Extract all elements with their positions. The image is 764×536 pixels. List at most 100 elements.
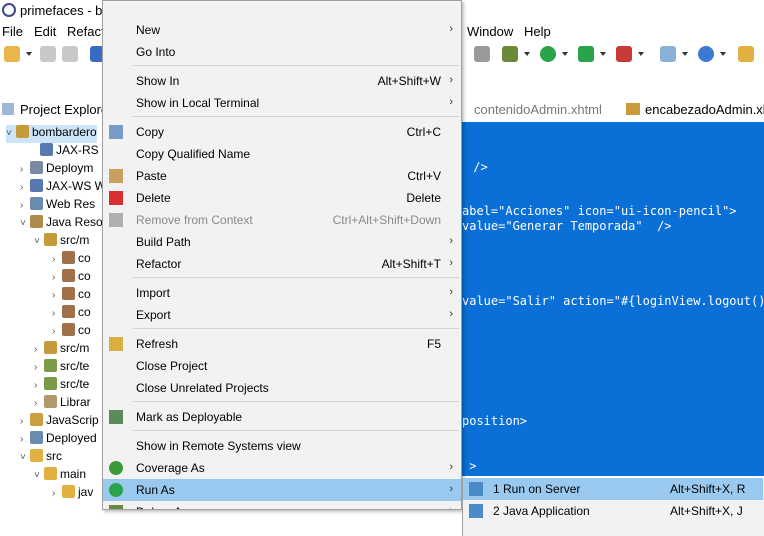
menu-item-import[interactable]: Import ›	[103, 282, 461, 304]
menu-separator	[133, 65, 459, 66]
expand-arrow-icon[interactable]: ›	[52, 290, 62, 301]
menu-window[interactable]: Window	[467, 24, 513, 39]
expand-arrow-icon[interactable]: ›	[20, 200, 30, 211]
expand-arrow-icon[interactable]: ›	[52, 272, 62, 283]
menu-refactor[interactable]: Refact	[67, 24, 105, 39]
tree-node[interactable]: › src/te	[34, 359, 89, 377]
expand-arrow-icon[interactable]: ›	[52, 308, 62, 319]
menu-item-close-unrelated-projects[interactable]: Close Unrelated Projects	[103, 377, 461, 399]
submenu-arrow-icon: ›	[449, 235, 453, 247]
tree-node[interactable]: JAX-RS W	[30, 143, 113, 161]
dropdown-arrow-icon[interactable]	[26, 52, 32, 56]
menu-item-copy-qualified-name[interactable]: Copy Qualified Name	[103, 143, 461, 165]
dropdown-arrow-icon[interactable]	[638, 52, 644, 56]
submenu-item-1-run-on-server[interactable]: 1 Run on Server Alt+Shift+X, R	[463, 478, 763, 500]
tree-node-label: src/m	[60, 341, 90, 355]
tree-node[interactable]: › Deployed	[20, 431, 97, 449]
expand-arrow-icon[interactable]: ›	[34, 398, 44, 409]
tree-node[interactable]: ˅ src	[20, 449, 62, 467]
debug-icon[interactable]	[502, 46, 518, 62]
menu-item-refactor[interactable]: Refactor Alt+Shift+T ›	[103, 253, 461, 275]
submenu-item-shortcut: Alt+Shift+X, R	[670, 482, 746, 496]
menu-item-delete[interactable]: Delete Delete	[103, 187, 461, 209]
expand-arrow-icon[interactable]: ˅	[34, 236, 44, 247]
dropdown-arrow-icon[interactable]	[524, 52, 530, 56]
save-icon[interactable]	[40, 46, 56, 62]
menu-item-show-in-local-terminal[interactable]: Show in Local Terminal ›	[103, 92, 461, 114]
expand-arrow-icon[interactable]: ›	[52, 488, 62, 499]
expand-arrow-icon[interactable]: ›	[52, 326, 62, 337]
expand-arrow-icon[interactable]: ›	[34, 344, 44, 355]
menu-item-go-into[interactable]: Go Into	[103, 41, 461, 63]
menu-separator	[133, 430, 459, 431]
link-icon[interactable]	[474, 46, 490, 62]
expand-arrow-icon[interactable]: ›	[20, 182, 30, 193]
globe-icon[interactable]	[698, 46, 714, 62]
tree-node[interactable]: › co	[52, 287, 91, 305]
tree-node[interactable]: › src/te	[34, 377, 89, 395]
run-on-server-icon[interactable]	[578, 46, 594, 62]
tree-node[interactable]: › jav	[52, 485, 93, 503]
menu-item-show-in-remote-systems-view[interactable]: Show in Remote Systems view	[103, 435, 461, 457]
menu-item-export[interactable]: Export ›	[103, 304, 461, 326]
expand-arrow-icon[interactable]: ˅	[34, 470, 44, 481]
tree-node[interactable]: ˅ bombardero	[6, 125, 97, 143]
submenu-item-2-java-application[interactable]: 2 Java Application Alt+Shift+X, J	[463, 500, 763, 522]
tree-node[interactable]: › co	[52, 269, 91, 287]
tree-node-icon	[62, 323, 75, 336]
expand-arrow-icon[interactable]: ›	[20, 434, 30, 445]
menu-item-label: Copy Qualified Name	[136, 147, 251, 161]
copy-icon	[109, 125, 123, 139]
menu-edit[interactable]: Edit	[34, 24, 56, 39]
external-tools-icon[interactable]	[616, 46, 632, 62]
expand-arrow-icon[interactable]: ˅	[6, 128, 16, 139]
tab-project-explorer[interactable]: Project Explore	[20, 102, 108, 117]
menu-item-close-project[interactable]: Close Project	[103, 355, 461, 377]
expand-arrow-icon[interactable]: ˅	[20, 218, 30, 229]
tree-node[interactable]: › Librar	[34, 395, 91, 413]
tab-contenido-admin[interactable]: contenidoAdmin.xhtml	[474, 102, 602, 117]
dropdown-arrow-icon[interactable]	[720, 52, 726, 56]
dropdown-arrow-icon[interactable]	[682, 52, 688, 56]
expand-arrow-icon[interactable]: ›	[34, 380, 44, 391]
save-all-icon[interactable]	[62, 46, 78, 62]
menu-file[interactable]: File	[2, 24, 23, 39]
tree-node[interactable]: ˅ src/m	[34, 233, 89, 251]
project-tree: ˅ bombardero JAX-RS W › Deploym › JAX-WS W › Web…	[0, 122, 113, 536]
expand-arrow-icon[interactable]: ›	[20, 416, 30, 427]
menu-item-run-as[interactable]: Run As ›	[103, 479, 461, 501]
tree-node[interactable]: › src/m	[34, 341, 89, 359]
tab-encabezado-admin[interactable]: encabezadoAdmin.xht	[645, 102, 764, 117]
menu-item-coverage-as[interactable]: Coverage As ›	[103, 457, 461, 479]
new-icon[interactable]	[4, 46, 20, 62]
run-icon[interactable]	[540, 46, 556, 62]
menu-item-refresh[interactable]: Refresh F5	[103, 333, 461, 355]
tree-node[interactable]: › co	[52, 251, 91, 269]
expand-arrow-icon[interactable]: ˅	[20, 452, 30, 463]
menu-item-copy[interactable]: Copy Ctrl+C	[103, 121, 461, 143]
server-icon[interactable]	[660, 46, 676, 62]
tree-node-icon	[40, 143, 53, 156]
menu-item-paste[interactable]: Paste Ctrl+V	[103, 165, 461, 187]
dropdown-arrow-icon[interactable]	[562, 52, 568, 56]
menu-item-show-in[interactable]: Show In Alt+Shift+W ›	[103, 70, 461, 92]
tree-node[interactable]: ˅ Java Reso	[20, 215, 103, 233]
open-folder-icon[interactable]	[738, 46, 754, 62]
tree-node[interactable]: › co	[52, 305, 91, 323]
tree-node[interactable]: › Deploym	[20, 161, 93, 179]
tree-node[interactable]: › JavaScrip	[20, 413, 99, 431]
menu-item-build-path[interactable]: Build Path ›	[103, 231, 461, 253]
menu-help[interactable]: Help	[524, 24, 551, 39]
code-editor[interactable]: /> abel="Acciones" icon="ui-icon-pencil"…	[462, 122, 764, 476]
tree-node[interactable]: › JAX-WS W	[20, 179, 106, 197]
menu-item-mark-as-deployable[interactable]: Mark as Deployable	[103, 406, 461, 428]
expand-arrow-icon[interactable]: ›	[20, 164, 30, 175]
tree-node[interactable]: › Web Res	[20, 197, 95, 215]
tree-node[interactable]: › co	[52, 323, 91, 341]
expand-arrow-icon[interactable]: ›	[52, 254, 62, 265]
menu-item-new[interactable]: New ›	[103, 19, 461, 41]
dropdown-arrow-icon[interactable]	[600, 52, 606, 56]
expand-arrow-icon[interactable]: ›	[34, 362, 44, 373]
menu-item-debug-as[interactable]: Debug As ›	[103, 501, 461, 509]
tree-node[interactable]: ˅ main	[34, 467, 86, 485]
